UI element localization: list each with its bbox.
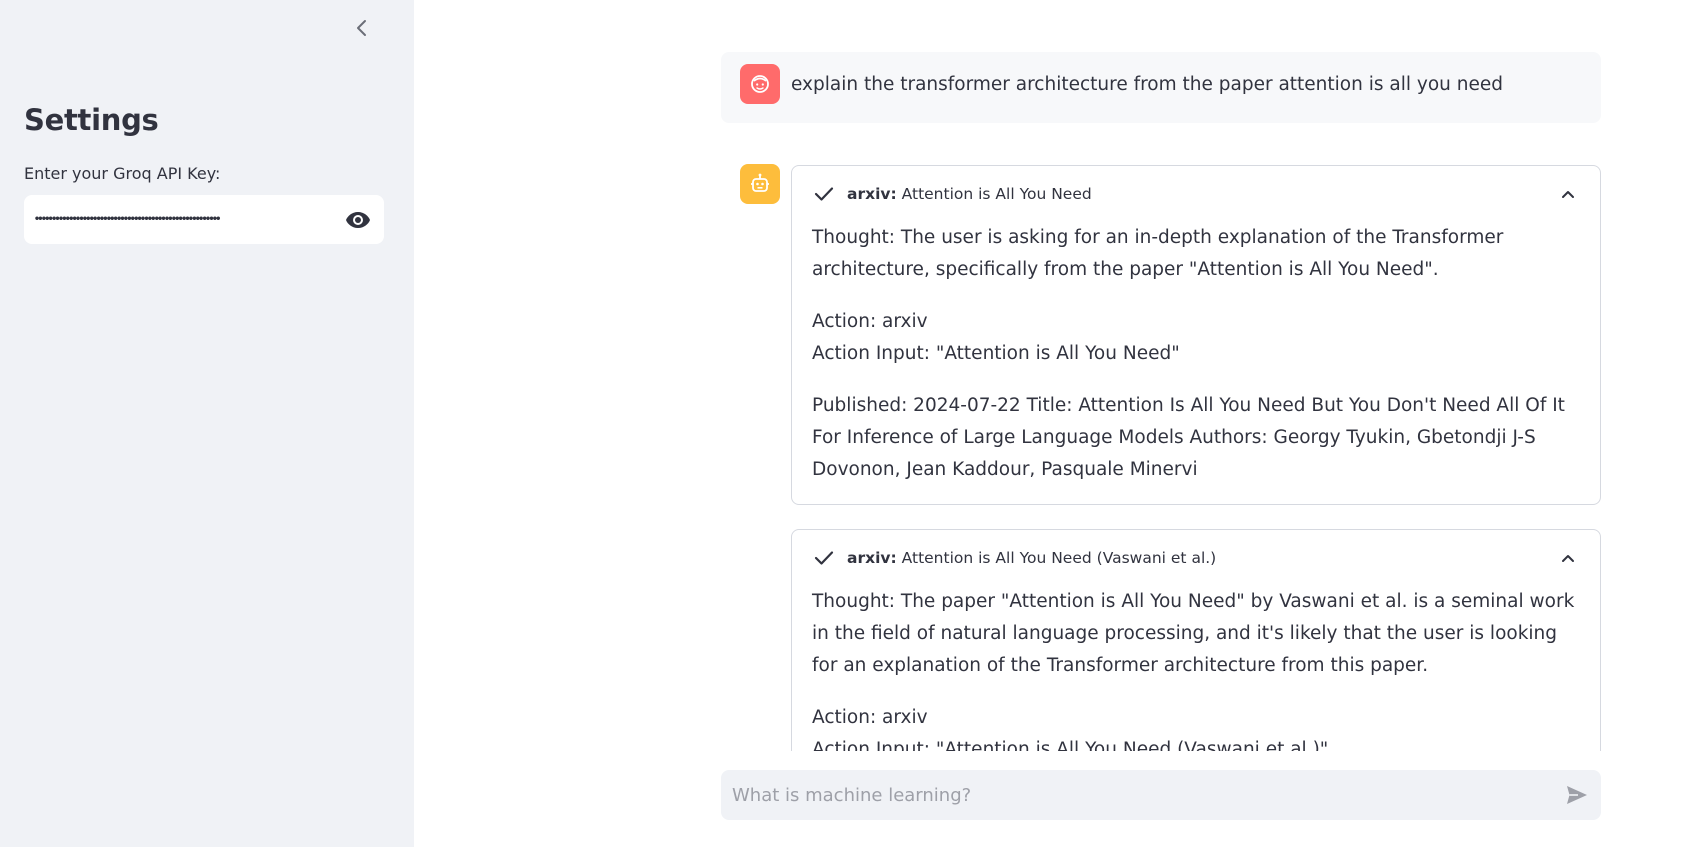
- thought-text: Thought: The paper "Attention is All You…: [812, 591, 1575, 676]
- expander-tool: arxiv:: [847, 185, 897, 203]
- api-key-input[interactable]: ••••••••••••••••••••••••••••••••••••••••…: [24, 195, 332, 244]
- chevron-left-icon[interactable]: [350, 14, 374, 42]
- check-icon: [812, 182, 836, 206]
- expander-header[interactable]: arxiv: Attention is All You Need (Vaswan…: [792, 530, 1600, 586]
- action-block: Action: arxiv Action Input: "Attention is…: [812, 306, 1580, 370]
- chat-scroll-area[interactable]: explain the transformer architecture fro…: [414, 0, 1708, 751]
- action-input-text: Action Input: "Attention is All You Need…: [812, 343, 1180, 364]
- expander-body: Thought: The paper "Attention is All You…: [792, 586, 1600, 751]
- main-area: explain the transformer architecture fro…: [414, 0, 1708, 847]
- expander-body: Thought: The user is asking for an in-de…: [792, 222, 1600, 504]
- bot-avatar-icon: [740, 164, 780, 204]
- tool-expander: arxiv: Attention is All You Need Thought…: [791, 165, 1601, 505]
- action-text: Action: arxiv: [812, 311, 928, 332]
- expander-tool: arxiv:: [847, 549, 897, 567]
- chat-input-bar: [721, 770, 1601, 820]
- expander-header[interactable]: arxiv: Attention is All You Need: [792, 166, 1600, 222]
- expander-query: Attention is All You Need (Vaswani et al…: [901, 549, 1217, 567]
- chevron-up-icon[interactable]: [1556, 182, 1580, 206]
- eye-icon[interactable]: [332, 195, 384, 244]
- sidebar: Settings Enter your Groq API Key: ••••••…: [0, 0, 414, 847]
- expander-title: arxiv: Attention is All You Need (Vaswan…: [847, 549, 1216, 567]
- action-input-text: Action Input: "Attention is All You Need…: [812, 739, 1329, 751]
- api-key-field: ••••••••••••••••••••••••••••••••••••••••…: [24, 195, 384, 244]
- api-key-label: Enter your Groq API Key:: [24, 164, 221, 183]
- expander-query: Attention is All You Need: [901, 185, 1092, 203]
- chevron-up-icon[interactable]: [1556, 546, 1580, 570]
- user-message-text: explain the transformer architecture fro…: [791, 74, 1503, 95]
- thought-text: Thought: The user is asking for an in-de…: [812, 227, 1504, 280]
- action-text: Action: arxiv: [812, 707, 928, 728]
- observation-text: Published: 2024-07-22 Title: Attention I…: [812, 395, 1565, 480]
- sidebar-title: Settings: [24, 103, 159, 137]
- action-block: Action: arxiv Action Input: "Attention is…: [812, 702, 1580, 751]
- send-icon[interactable]: [1553, 770, 1601, 820]
- expander-title: arxiv: Attention is All You Need: [847, 185, 1092, 203]
- user-avatar-icon: [740, 64, 780, 104]
- check-icon: [812, 546, 836, 570]
- tool-expander: arxiv: Attention is All You Need (Vaswan…: [791, 529, 1601, 751]
- chat-input[interactable]: [721, 770, 1553, 820]
